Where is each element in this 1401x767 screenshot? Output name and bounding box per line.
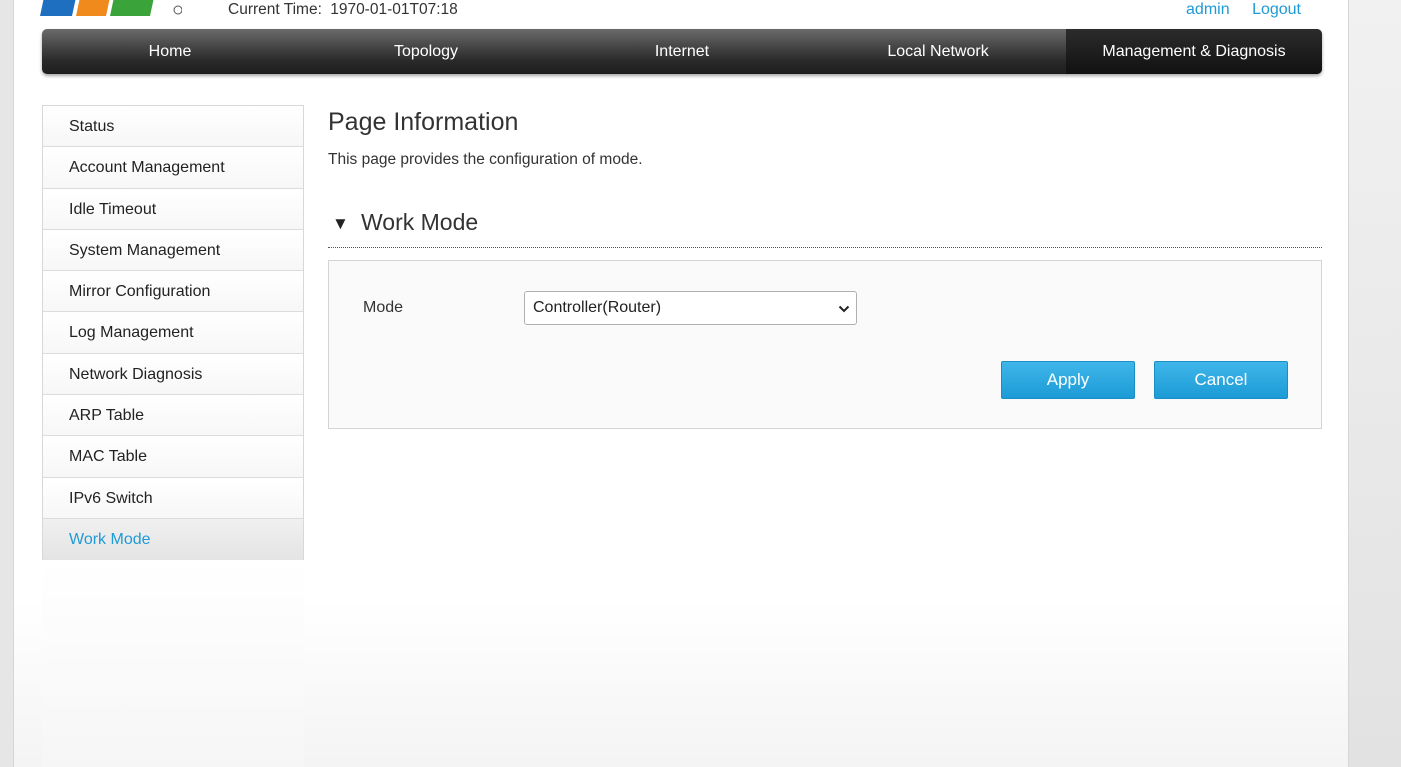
- nav-local-network[interactable]: Local Network: [810, 29, 1066, 74]
- sidebar-item-ipv6-switch[interactable]: IPv6 Switch: [43, 477, 303, 519]
- logout-link[interactable]: Logout: [1252, 1, 1301, 18]
- page-title: Page Information: [328, 108, 519, 136]
- mode-label: Mode: [363, 299, 404, 316]
- page-description: This page provides the configuration of …: [328, 151, 643, 168]
- nav-internet[interactable]: Internet: [554, 29, 810, 74]
- section-title: Work Mode: [361, 209, 479, 235]
- sidebar-item-idle-timeout[interactable]: Idle Timeout: [43, 188, 303, 230]
- nav-home[interactable]: Home: [42, 29, 298, 74]
- main-nav: Home Topology Internet Local Network Man…: [42, 29, 1322, 74]
- current-time-value: 1970-01-01T07:18: [330, 1, 458, 18]
- mode-select[interactable]: Controller(Router): [524, 291, 857, 325]
- brand-logo: [40, 0, 182, 16]
- current-time-label: Current Time:: [228, 1, 322, 18]
- admin-link[interactable]: admin: [1186, 1, 1230, 18]
- sidebar-item-log-management[interactable]: Log Management: [43, 312, 303, 354]
- sidebar-item-arp-table[interactable]: ARP Table: [43, 395, 303, 437]
- sidebar-item-mirror-configuration[interactable]: Mirror Configuration: [43, 271, 303, 313]
- cancel-button[interactable]: Cancel: [1154, 361, 1288, 399]
- mode-select-value: Controller(Router): [533, 299, 662, 316]
- sidebar-item-status[interactable]: Status: [43, 106, 303, 148]
- current-time: Current Time: 1970-01-01T07:18: [228, 1, 458, 19]
- work-mode-form: Mode Controller(Router) Apply Cancel: [328, 260, 1322, 429]
- sidebar-background: [42, 560, 304, 767]
- sidebar: Status Account Management Idle Timeout S…: [42, 105, 304, 562]
- sidebar-item-system-management[interactable]: System Management: [43, 229, 303, 272]
- chevron-down-icon: [838, 305, 850, 313]
- section-header-work-mode[interactable]: ▼ Work Mode: [328, 206, 1322, 248]
- sidebar-item-mac-table[interactable]: MAC Table: [43, 436, 303, 478]
- nav-topology[interactable]: Topology: [298, 29, 554, 74]
- nav-management-diagnosis[interactable]: Management & Diagnosis: [1066, 29, 1322, 74]
- apply-button[interactable]: Apply: [1001, 361, 1135, 399]
- collapse-triangle-icon[interactable]: ▼: [332, 214, 349, 234]
- user-links: admin Logout: [1168, 1, 1301, 19]
- sidebar-item-work-mode[interactable]: Work Mode: [43, 518, 303, 561]
- sidebar-item-network-diagnosis[interactable]: Network Diagnosis: [43, 353, 303, 396]
- window-gutter: [1349, 0, 1401, 767]
- sidebar-item-account-management[interactable]: Account Management: [43, 147, 303, 189]
